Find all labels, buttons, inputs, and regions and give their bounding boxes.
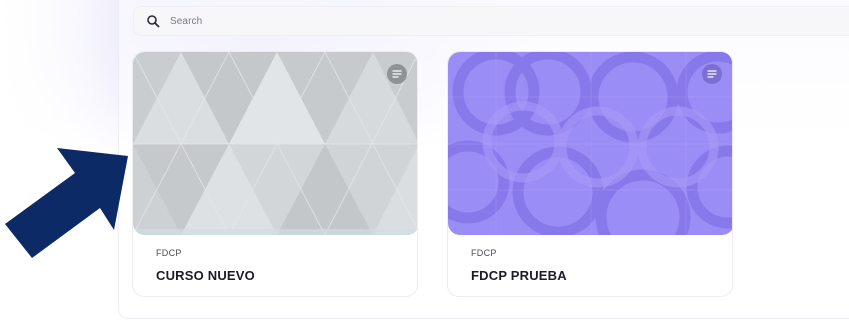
course-title[interactable]: FDCP PRUEBA — [471, 268, 567, 283]
course-card[interactable]: FDCP CURSO NUEVO — [132, 51, 418, 297]
course-subtitle: FDCP — [471, 248, 497, 258]
course-title[interactable]: CURSO NUEVO — [156, 268, 255, 283]
course-subtitle: FDCP — [156, 248, 182, 258]
course-card[interactable]: FDCP FDCP PRUEBA — [447, 51, 733, 297]
search-input[interactable]: Search — [133, 6, 849, 36]
search-icon — [146, 14, 160, 28]
options-icon[interactable] — [702, 64, 722, 84]
course-cover-image[interactable] — [448, 52, 732, 235]
left-fade — [0, 0, 120, 331]
course-cover-image[interactable] — [133, 52, 417, 235]
search-placeholder: Search — [170, 15, 203, 27]
options-icon[interactable] — [387, 64, 407, 84]
